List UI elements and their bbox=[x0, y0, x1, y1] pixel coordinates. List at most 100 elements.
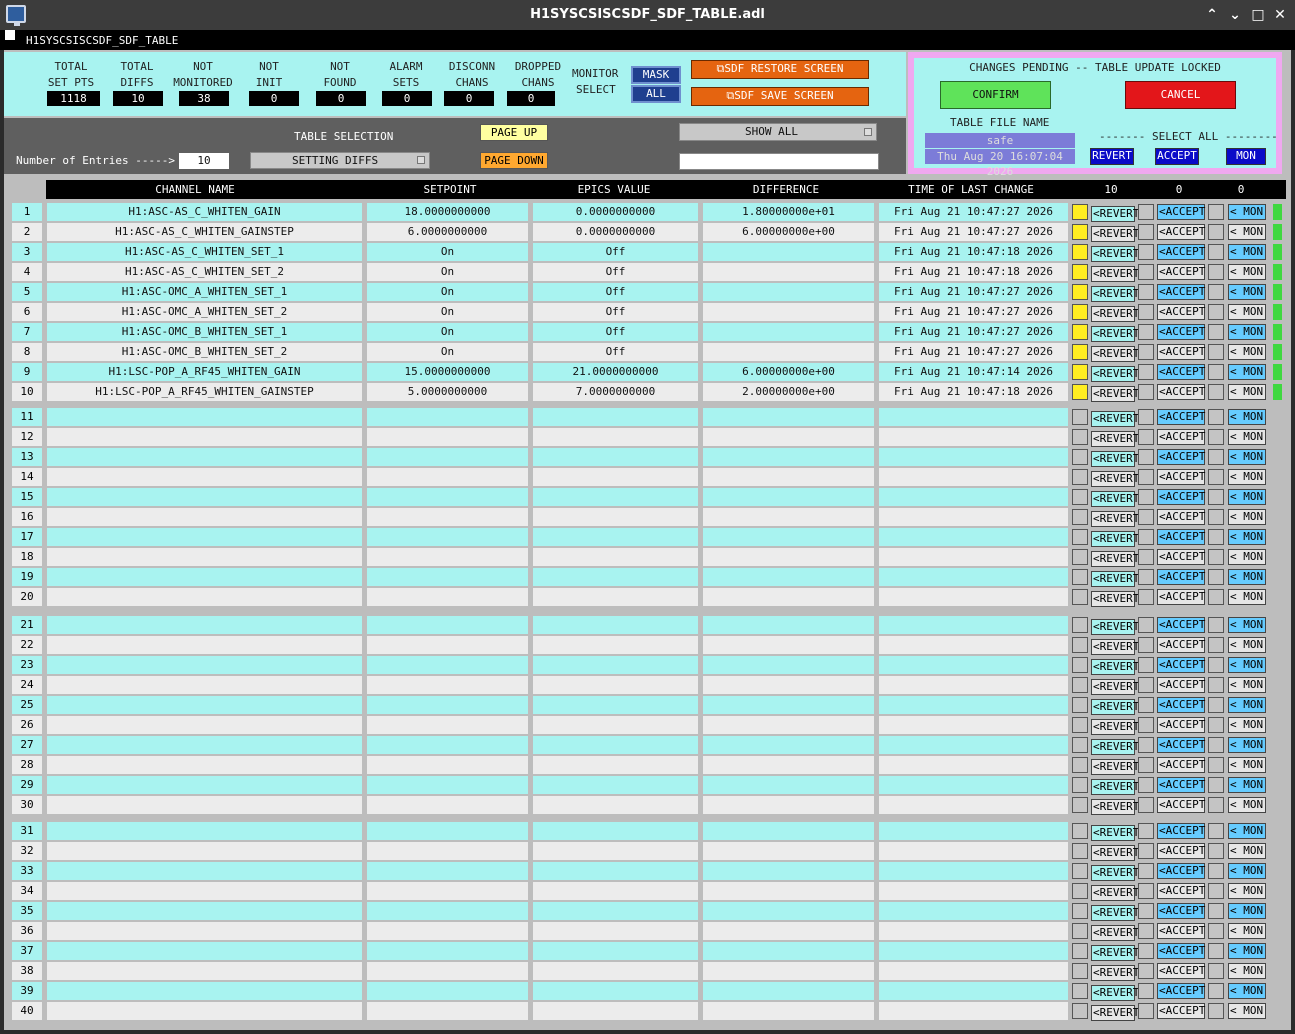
accept-checkbox[interactable] bbox=[1138, 489, 1154, 505]
accept-button[interactable]: <ACCEPT bbox=[1157, 264, 1205, 280]
revert-button[interactable]: <REVERT bbox=[1091, 366, 1139, 382]
revert-button[interactable]: <REVERT bbox=[1091, 226, 1139, 242]
revert-button[interactable]: <REVERT bbox=[1091, 845, 1139, 861]
accept-checkbox[interactable] bbox=[1138, 549, 1154, 565]
revert-button[interactable]: <REVERT bbox=[1091, 779, 1139, 795]
accept-button[interactable]: <ACCEPT bbox=[1157, 549, 1205, 565]
accept-button[interactable]: <ACCEPT bbox=[1157, 304, 1205, 320]
accept-checkbox[interactable] bbox=[1138, 903, 1154, 919]
revert-checkbox[interactable] bbox=[1072, 923, 1088, 939]
revert-button[interactable]: <REVERT bbox=[1091, 326, 1139, 342]
page-down-button[interactable]: PAGE DOWN bbox=[480, 152, 548, 169]
revert-checkbox[interactable] bbox=[1072, 823, 1088, 839]
revert-checkbox[interactable] bbox=[1072, 409, 1088, 425]
revert-button[interactable]: <REVERT bbox=[1091, 799, 1139, 815]
revert-checkbox[interactable] bbox=[1072, 589, 1088, 605]
revert-checkbox[interactable] bbox=[1072, 509, 1088, 525]
accept-checkbox[interactable] bbox=[1138, 843, 1154, 859]
mon-checkbox[interactable] bbox=[1208, 224, 1224, 240]
accept-checkbox[interactable] bbox=[1138, 677, 1154, 693]
mon-checkbox[interactable] bbox=[1208, 823, 1224, 839]
revert-checkbox[interactable] bbox=[1072, 983, 1088, 999]
revert-checkbox[interactable] bbox=[1072, 384, 1088, 400]
revert-button[interactable]: <REVERT bbox=[1091, 945, 1139, 961]
mon-button[interactable]: < MON bbox=[1228, 617, 1266, 633]
revert-checkbox[interactable] bbox=[1072, 717, 1088, 733]
revert-button[interactable]: <REVERT bbox=[1091, 965, 1139, 981]
accept-button[interactable]: <ACCEPT bbox=[1157, 384, 1205, 400]
mon-checkbox[interactable] bbox=[1208, 409, 1224, 425]
accept-checkbox[interactable] bbox=[1138, 264, 1154, 280]
mon-checkbox[interactable] bbox=[1208, 1003, 1224, 1019]
mon-checkbox[interactable] bbox=[1208, 883, 1224, 899]
revert-button[interactable]: <REVERT bbox=[1091, 699, 1139, 715]
accept-button[interactable]: <ACCEPT bbox=[1157, 657, 1205, 673]
accept-button[interactable]: <ACCEPT bbox=[1157, 943, 1205, 959]
revert-checkbox[interactable] bbox=[1072, 224, 1088, 240]
revert-button[interactable]: <REVERT bbox=[1091, 571, 1139, 587]
accept-checkbox[interactable] bbox=[1138, 509, 1154, 525]
accept-checkbox[interactable] bbox=[1138, 449, 1154, 465]
mon-checkbox[interactable] bbox=[1208, 983, 1224, 999]
mon-checkbox[interactable] bbox=[1208, 469, 1224, 485]
mon-checkbox[interactable] bbox=[1208, 903, 1224, 919]
revert-button[interactable]: <REVERT bbox=[1091, 431, 1139, 447]
revert-button[interactable]: <REVERT bbox=[1091, 266, 1139, 282]
accept-button[interactable]: <ACCEPT bbox=[1157, 923, 1205, 939]
mon-checkbox[interactable] bbox=[1208, 384, 1224, 400]
mon-button[interactable]: < MON bbox=[1228, 863, 1266, 879]
mon-button[interactable]: < MON bbox=[1228, 797, 1266, 813]
all-button[interactable]: ALL bbox=[631, 85, 681, 103]
revert-button[interactable]: <REVERT bbox=[1091, 591, 1139, 607]
revert-button[interactable]: <REVERT bbox=[1091, 411, 1139, 427]
revert-checkbox[interactable] bbox=[1072, 344, 1088, 360]
mon-checkbox[interactable] bbox=[1208, 364, 1224, 380]
revert-checkbox[interactable] bbox=[1072, 883, 1088, 899]
mon-checkbox[interactable] bbox=[1208, 777, 1224, 793]
accept-button[interactable]: <ACCEPT bbox=[1157, 843, 1205, 859]
maximize-button[interactable]: □ bbox=[1249, 6, 1267, 24]
revert-checkbox[interactable] bbox=[1072, 657, 1088, 673]
accept-button[interactable]: <ACCEPT bbox=[1157, 983, 1205, 999]
mon-button[interactable]: < MON bbox=[1228, 364, 1266, 380]
accept-button[interactable]: <ACCEPT bbox=[1157, 244, 1205, 260]
accept-button[interactable]: <ACCEPT bbox=[1157, 823, 1205, 839]
revert-checkbox[interactable] bbox=[1072, 963, 1088, 979]
accept-checkbox[interactable] bbox=[1138, 863, 1154, 879]
revert-checkbox[interactable] bbox=[1072, 284, 1088, 300]
accept-checkbox[interactable] bbox=[1138, 529, 1154, 545]
mon-checkbox[interactable] bbox=[1208, 677, 1224, 693]
accept-checkbox[interactable] bbox=[1138, 344, 1154, 360]
mon-checkbox[interactable] bbox=[1208, 529, 1224, 545]
revert-button[interactable]: <REVERT bbox=[1091, 739, 1139, 755]
accept-button[interactable]: <ACCEPT bbox=[1157, 489, 1205, 505]
mon-button[interactable]: < MON bbox=[1228, 409, 1266, 425]
mon-button[interactable]: < MON bbox=[1228, 1003, 1266, 1019]
mon-button[interactable]: < MON bbox=[1228, 757, 1266, 773]
mask-button[interactable]: MASK bbox=[631, 66, 681, 84]
close-button[interactable]: ✕ bbox=[1271, 6, 1289, 24]
revert-checkbox[interactable] bbox=[1072, 637, 1088, 653]
mon-button[interactable]: < MON bbox=[1228, 697, 1266, 713]
sdf-save-button[interactable]: ⧉SDF SAVE SCREEN bbox=[691, 87, 869, 106]
mon-checkbox[interactable] bbox=[1208, 637, 1224, 653]
accept-checkbox[interactable] bbox=[1138, 883, 1154, 899]
mon-button[interactable]: < MON bbox=[1228, 284, 1266, 300]
mon-checkbox[interactable] bbox=[1208, 509, 1224, 525]
mon-button[interactable]: < MON bbox=[1228, 677, 1266, 693]
mon-checkbox[interactable] bbox=[1208, 943, 1224, 959]
accept-checkbox[interactable] bbox=[1138, 717, 1154, 733]
revert-button[interactable]: <REVERT bbox=[1091, 246, 1139, 262]
mon-checkbox[interactable] bbox=[1208, 264, 1224, 280]
accept-button[interactable]: <ACCEPT bbox=[1157, 469, 1205, 485]
mon-button[interactable]: < MON bbox=[1228, 244, 1266, 260]
mon-button[interactable]: < MON bbox=[1228, 717, 1266, 733]
accept-checkbox[interactable] bbox=[1138, 409, 1154, 425]
mon-checkbox[interactable] bbox=[1208, 549, 1224, 565]
accept-button[interactable]: <ACCEPT bbox=[1157, 697, 1205, 713]
revert-button[interactable]: <REVERT bbox=[1091, 551, 1139, 567]
accept-button[interactable]: <ACCEPT bbox=[1157, 677, 1205, 693]
accept-button[interactable]: <ACCEPT bbox=[1157, 757, 1205, 773]
mon-button[interactable]: < MON bbox=[1228, 777, 1266, 793]
revert-checkbox[interactable] bbox=[1072, 489, 1088, 505]
